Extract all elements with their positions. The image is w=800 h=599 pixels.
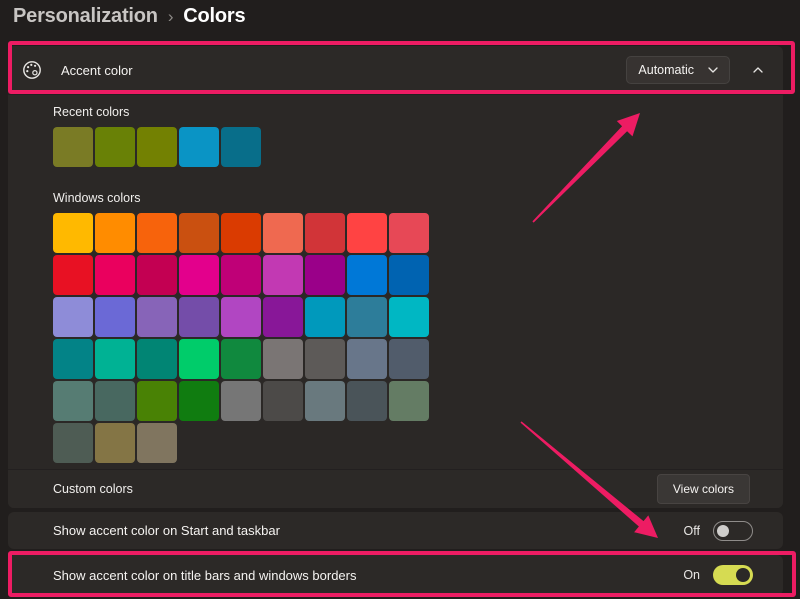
color-swatch[interactable] [179, 127, 219, 167]
windows-colors-label: Windows colors [53, 191, 750, 205]
color-swatch[interactable] [389, 213, 429, 253]
color-swatch[interactable] [95, 339, 135, 379]
accent-mode-dropdown[interactable]: Automatic [626, 56, 730, 84]
color-swatch[interactable] [137, 255, 177, 295]
color-swatch[interactable] [347, 213, 387, 253]
color-swatch[interactable] [137, 423, 177, 463]
breadcrumb-personalization[interactable]: Personalization [13, 5, 158, 28]
color-swatch[interactable] [347, 381, 387, 421]
color-swatch[interactable] [263, 381, 303, 421]
color-swatch[interactable] [95, 423, 135, 463]
color-swatch[interactable] [137, 213, 177, 253]
accent-color-card: Accent color Automatic Recent colors Win… [8, 46, 783, 508]
accent-start-taskbar-row: Show accent color on Start and taskbar O… [8, 512, 783, 549]
color-swatch[interactable] [137, 127, 177, 167]
breadcrumb: Personalization › Colors [13, 5, 245, 28]
accent-title-bars-row: Show accent color on title bars and wind… [8, 555, 783, 595]
color-swatch[interactable] [137, 381, 177, 421]
accent-color-expanded-body: Recent colors Windows colors Custom colo… [8, 94, 783, 508]
breadcrumb-chevron-icon: › [168, 6, 173, 27]
custom-colors-label: Custom colors [53, 482, 133, 496]
toggle-knob [736, 568, 750, 582]
color-swatch[interactable] [389, 255, 429, 295]
color-swatch[interactable] [53, 297, 93, 337]
color-swatch[interactable] [95, 213, 135, 253]
color-swatch[interactable] [53, 423, 93, 463]
settings-colors-page: { "breadcrumb": { "parent": "Personaliza… [0, 0, 800, 599]
color-swatch[interactable] [95, 381, 135, 421]
custom-colors-row: Custom colors View colors [8, 469, 783, 508]
color-swatch[interactable] [347, 339, 387, 379]
recent-colors-label: Recent colors [53, 105, 750, 119]
color-swatch[interactable] [95, 127, 135, 167]
color-swatch[interactable] [221, 127, 261, 167]
accent-title-bars-label: Show accent color on title bars and wind… [53, 568, 357, 583]
color-swatch[interactable] [179, 255, 219, 295]
color-swatch[interactable] [53, 127, 93, 167]
color-swatch[interactable] [179, 297, 219, 337]
accent-mode-value: Automatic [638, 63, 694, 77]
color-swatch[interactable] [347, 255, 387, 295]
color-swatch[interactable] [53, 381, 93, 421]
color-swatch[interactable] [305, 255, 345, 295]
windows-colors-grid [53, 213, 750, 463]
color-swatch[interactable] [263, 339, 303, 379]
color-swatch[interactable] [221, 213, 261, 253]
color-swatch[interactable] [221, 255, 261, 295]
color-swatch[interactable] [221, 381, 261, 421]
toggle-state-off-label: Off [684, 524, 700, 538]
toggle-state-on-label: On [683, 568, 700, 582]
accent-color-header-row[interactable]: Accent color Automatic [8, 46, 783, 94]
view-colors-button[interactable]: View colors [657, 474, 750, 504]
color-swatch[interactable] [179, 213, 219, 253]
color-swatch[interactable] [305, 339, 345, 379]
color-swatch[interactable] [263, 297, 303, 337]
chevron-up-icon [753, 67, 763, 73]
recent-colors-row [53, 127, 750, 167]
color-swatch[interactable] [263, 255, 303, 295]
color-swatch[interactable] [263, 213, 303, 253]
color-swatch[interactable] [137, 339, 177, 379]
toggle-knob [717, 525, 729, 537]
page-title: Colors [183, 5, 245, 28]
color-swatch[interactable] [347, 297, 387, 337]
color-swatch[interactable] [53, 255, 93, 295]
accent-start-taskbar-label: Show accent color on Start and taskbar [53, 523, 280, 538]
color-swatch[interactable] [305, 297, 345, 337]
color-swatch[interactable] [179, 381, 219, 421]
color-swatch[interactable] [53, 339, 93, 379]
accent-start-taskbar-toggle[interactable] [713, 521, 753, 541]
color-swatch[interactable] [179, 339, 219, 379]
palette-icon [21, 59, 43, 81]
color-swatch[interactable] [53, 213, 93, 253]
expander-collapse-button[interactable] [745, 57, 771, 83]
color-swatch[interactable] [95, 297, 135, 337]
color-swatch[interactable] [137, 297, 177, 337]
color-swatch[interactable] [305, 381, 345, 421]
color-swatch[interactable] [389, 339, 429, 379]
color-swatch[interactable] [221, 297, 261, 337]
color-swatch[interactable] [221, 339, 261, 379]
color-swatch[interactable] [389, 381, 429, 421]
color-swatch[interactable] [389, 297, 429, 337]
color-swatch[interactable] [95, 255, 135, 295]
chevron-down-icon [708, 67, 718, 73]
accent-title-bars-toggle[interactable] [713, 565, 753, 585]
accent-color-label: Accent color [61, 63, 133, 78]
color-swatch[interactable] [305, 213, 345, 253]
